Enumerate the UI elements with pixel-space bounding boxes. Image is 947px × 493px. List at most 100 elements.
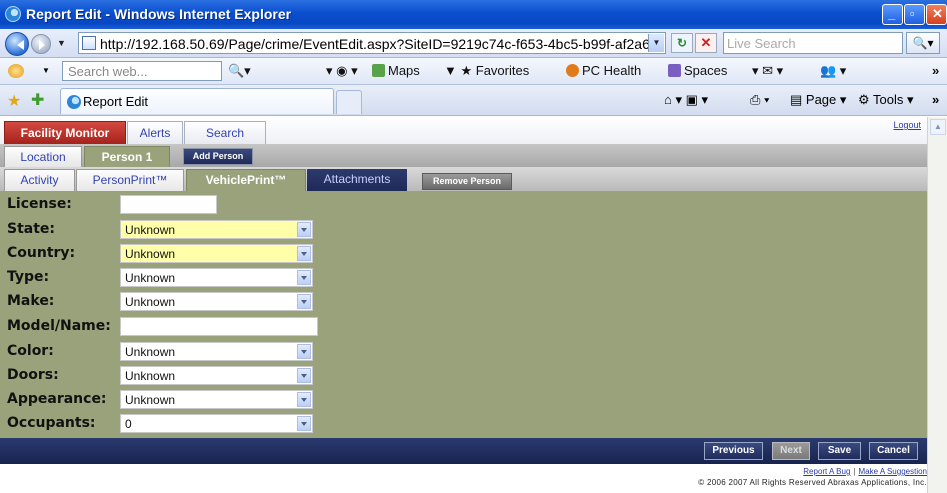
state-value: Unknown [125,223,176,237]
tools-menu[interactable]: ⚙ Tools ▾ [858,92,914,108]
mail-icon[interactable]: ▾ ✉ ▾ [752,63,783,79]
form-row-type: Type: Unknown [0,266,927,290]
browser-tab-report-edit[interactable]: Report Edit [60,88,334,114]
chevron-down-icon[interactable] [297,416,311,431]
footer-links: Report A Bug | Make A Suggestion [803,467,927,476]
toolbar-dropdown-icon[interactable]: ▼ [42,66,50,75]
color-select[interactable]: Unknown [120,342,313,361]
pc-health-button[interactable]: PC Health [566,63,641,78]
cancel-button[interactable]: Cancel [869,442,918,460]
tools-menu-label: Tools [873,92,904,107]
state-select[interactable]: Unknown [120,220,313,239]
messenger-icon[interactable]: 👥 ▾ [820,63,846,79]
live-search-input[interactable]: Live Search [723,32,903,54]
print-icon[interactable]: ⎙ ▾ [750,92,769,108]
make-suggestion-link[interactable]: Make A Suggestion [859,467,928,476]
close-window-button[interactable]: ✕ [926,4,947,25]
chevron-down-icon[interactable] [297,270,311,285]
live-search-go-button[interactable]: 🔍▾ [906,32,940,54]
add-icon[interactable]: ▾ ◉ ▾ [326,63,358,79]
maps-button[interactable]: Maps [372,63,420,78]
chevron-down-icon[interactable] [297,246,311,261]
chevron-down-icon[interactable] [297,344,311,359]
refresh-button[interactable]: ↻ [671,33,693,53]
tab-search[interactable]: Search [184,121,266,144]
save-button[interactable]: Save [818,442,861,460]
tab-ie-icon [67,95,81,109]
tab-activity[interactable]: Activity [4,169,75,191]
form-row-state: State: Unknown [0,218,927,242]
add-favorite-icon[interactable]: ✚ [31,90,44,110]
tab-bar: ★ ✚ Report Edit ⌂ ▾ ▣ ▾ ⎙ ▾ ▤ Page ▾ ⚙ T… [0,85,947,116]
detail-tabs-row: Activity PersonPrint™ VehiclePrint™ Atta… [0,167,927,191]
occupants-select[interactable]: 0 [120,414,313,433]
spaces-icon [668,64,681,77]
tab-label: Report Edit [83,94,149,109]
url-text[interactable]: http://192.168.50.69/Page/crime/EventEdi… [100,36,648,52]
toolbar-overflow-icon[interactable]: » [932,63,939,78]
vertical-scrollbar[interactable]: ▲ [927,117,947,493]
tab-vehicleprint[interactable]: VehiclePrint™ [186,169,306,191]
tab-personprint[interactable]: PersonPrint™ [76,169,184,191]
page-content: Facility Monitor Alerts Search Logout Lo… [0,117,927,493]
favorites-button[interactable]: ▼ ★ Favorites [444,63,529,79]
web-search-input[interactable]: Search web... [62,61,222,81]
color-value: Unknown [125,345,176,359]
maximize-button[interactable]: ▫ [904,4,925,25]
make-select[interactable]: Unknown [120,292,313,311]
chevron-down-icon[interactable] [297,294,311,309]
tab-attachments[interactable]: Attachments [307,169,407,191]
back-button[interactable] [5,32,29,56]
model-name-input[interactable] [120,317,318,336]
report-bug-link[interactable]: Report A Bug [803,467,850,476]
search-go-icon[interactable]: 🔍▾ [228,63,251,79]
home-icon[interactable]: ⌂ ▾ ▣ ▾ [664,92,708,108]
action-bar: Previous Next Save Cancel [0,438,927,464]
add-person-button[interactable]: Add Person [183,148,253,165]
address-bar[interactable]: http://192.168.50.69/Page/crime/EventEdi… [78,32,666,54]
maps-icon [372,64,385,77]
remove-person-button[interactable]: Remove Person [422,173,512,190]
tab-location[interactable]: Location [4,146,82,167]
forward-button[interactable] [31,34,51,54]
occupants-label: Occupants: [7,415,96,431]
form-row-appearance: Appearance: Unknown [0,388,927,412]
chevron-down-icon[interactable] [297,222,311,237]
scroll-up-icon[interactable]: ▲ [930,119,946,135]
chevron-down-icon[interactable] [297,392,311,407]
favorites-center-icon[interactable]: ★ [7,91,21,111]
appearance-select[interactable]: Unknown [120,390,313,409]
previous-button[interactable]: Previous [704,442,763,460]
address-dropdown-icon[interactable]: ▼ [648,34,664,52]
ie-logo-icon [5,6,21,22]
subject-tabs-row: Location Person 1 Add Person [0,144,927,167]
doors-label: Doors: [7,367,59,383]
tab-facility-monitor[interactable]: Facility Monitor [4,121,126,144]
next-button[interactable]: Next [772,442,810,460]
country-value: Unknown [125,247,176,261]
type-select[interactable]: Unknown [120,268,313,287]
pc-health-label: PC Health [582,63,642,78]
license-input[interactable] [120,195,217,214]
windows-live-icon[interactable] [8,64,24,78]
license-label: License: [7,196,72,212]
tab-alerts[interactable]: Alerts [127,121,183,144]
tabbar-overflow-icon[interactable]: » [932,92,939,107]
form-row-model: Model/Name: [0,315,927,339]
country-select[interactable]: Unknown [120,244,313,263]
copyright-text: © 2006 2007 All Rights Reserved Abraxas … [698,478,927,487]
logout-link[interactable]: Logout [893,120,921,130]
history-dropdown-icon[interactable]: ▼ [57,38,66,48]
minimize-icon: _ [888,6,896,21]
app-header: Facility Monitor Alerts Search Logout [0,117,927,144]
form-row-make: Make: Unknown [0,290,927,314]
page-menu[interactable]: ▤ Page ▾ [790,92,846,108]
doors-select[interactable]: Unknown [120,366,313,385]
tab-person-1[interactable]: Person 1 [84,146,170,167]
spaces-button[interactable]: Spaces [668,63,727,78]
chevron-down-icon[interactable] [297,368,311,383]
page-icon [82,36,96,50]
stop-button[interactable]: ✕ [695,33,717,53]
minimize-button[interactable]: _ [882,4,903,25]
new-tab-button[interactable] [336,90,362,114]
